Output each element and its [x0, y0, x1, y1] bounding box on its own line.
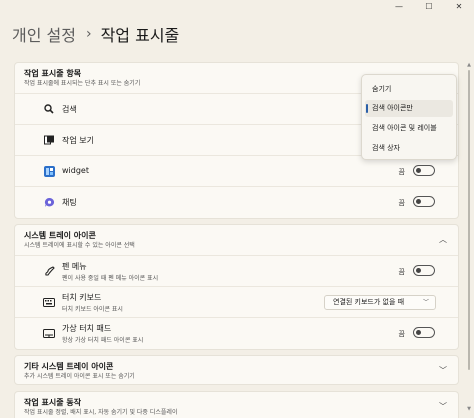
row-pen-menu: 펜 메뉴 펜이 사용 중일 때 펜 메뉴 아이콘 표시 끔	[15, 255, 458, 286]
minimize-button[interactable]: —	[384, 0, 414, 12]
scroll-up-arrow[interactable]: ▲	[467, 62, 471, 68]
scrollbar-thumb[interactable]	[468, 70, 470, 370]
row-label: 채팅	[62, 198, 77, 207]
chevron-down-icon[interactable]: ﹀	[439, 401, 447, 412]
breadcrumb-separator: ›	[85, 26, 92, 42]
row-label: 터치 키보드	[62, 293, 102, 302]
toggle-state-label: 끔	[398, 330, 405, 338]
option-search-icon-and-label[interactable]: 검색 아이콘 및 레이블	[365, 120, 453, 137]
chevron-up-icon[interactable]: ︿	[439, 234, 447, 245]
row-label: 작업 보기	[62, 136, 94, 145]
row-description: 터치 키보드 아이콘 표시	[62, 306, 123, 313]
section-subtitle: 시스템 트레이에 표시할 수 있는 아이콘 선택	[24, 242, 135, 249]
scroll-down-arrow[interactable]: ▼	[467, 406, 471, 412]
chat-icon	[43, 196, 55, 208]
row-virtual-touchpad: 가상 터치 패드 항상 가상 터치 패드 아이콘 표시 끔	[15, 317, 458, 348]
chevron-down-icon: ﹀	[422, 299, 429, 306]
toggle-state-label: 끔	[398, 168, 405, 176]
widget-toggle[interactable]	[413, 165, 435, 176]
section-subtitle: 작업 표시줄 정렬, 배지 표시, 자동 숨기기 및 다중 디스플레이	[24, 409, 178, 416]
search-icon	[43, 103, 55, 115]
taskbar-behaviors-card[interactable]: 작업 표시줄 동작 작업 표시줄 정렬, 배지 표시, 자동 숨기기 및 다중 …	[14, 391, 459, 418]
option-hide[interactable]: 숨기기	[365, 81, 453, 98]
row-touch-keyboard: 터치 키보드 터치 키보드 아이콘 표시 연결된 키보드가 없을 때 ﹀	[15, 286, 458, 317]
section-subtitle: 추가 시스템 트레이 아이콘 표시 또는 숨기기	[24, 373, 135, 380]
chat-toggle[interactable]	[413, 196, 435, 207]
breadcrumb-parent[interactable]: 개인 설정	[12, 22, 76, 46]
virtual-touchpad-toggle[interactable]	[413, 327, 435, 338]
select-value: 연결된 키보드가 없을 때	[333, 298, 405, 306]
section-subtitle: 작업 표시줄에 표시되는 단추 표시 또는 숨기기	[24, 80, 141, 87]
touch-keyboard-select[interactable]: 연결된 키보드가 없을 때 ﹀	[324, 295, 436, 310]
row-label: widget	[62, 166, 89, 175]
pen-menu-toggle[interactable]	[413, 265, 435, 276]
row-label: 검색	[62, 105, 77, 114]
other-tray-icons-card[interactable]: 기타 시스템 트레이 아이콘 추가 시스템 트레이 아이콘 표시 또는 숨기기 …	[14, 355, 459, 385]
row-label: 가상 터치 패드	[62, 324, 112, 333]
toggle-state-label: 끔	[398, 268, 405, 276]
pen-icon	[43, 265, 55, 277]
row-label: 펜 메뉴	[62, 262, 87, 271]
row-description: 항상 가상 터치 패드 아이콘 표시	[62, 337, 144, 344]
chevron-down-icon[interactable]: ﹀	[439, 365, 447, 376]
option-search-box[interactable]: 검색 상자	[365, 140, 453, 157]
search-options-flyout: 숨기기 검색 아이콘만 검색 아이콘 및 레이블 검색 상자	[361, 74, 457, 160]
toggle-state-label: 끔	[398, 199, 405, 207]
page-title: 작업 표시줄	[100, 26, 180, 45]
keyboard-icon	[43, 296, 55, 308]
widget-icon	[43, 165, 55, 177]
breadcrumb: 개인 설정 › 작업 표시줄	[12, 22, 179, 46]
tray-icons-header[interactable]: 시스템 트레이 아이콘 시스템 트레이에 표시할 수 있는 아이콘 선택 ︿	[15, 225, 458, 255]
option-search-icon-only[interactable]: 검색 아이콘만	[365, 100, 453, 117]
row-chat: 채팅 끔	[15, 186, 458, 217]
task-view-icon	[43, 134, 55, 146]
row-description: 펜이 사용 중일 때 펜 메뉴 아이콘 표시	[62, 275, 159, 282]
close-button[interactable]: ✕	[444, 0, 474, 12]
window-controls: — ☐ ✕	[384, 0, 474, 12]
tray-icons-card: 시스템 트레이 아이콘 시스템 트레이에 표시할 수 있는 아이콘 선택 ︿ 펜…	[14, 224, 459, 350]
touchpad-icon	[43, 327, 55, 339]
maximize-button[interactable]: ☐	[414, 0, 444, 12]
